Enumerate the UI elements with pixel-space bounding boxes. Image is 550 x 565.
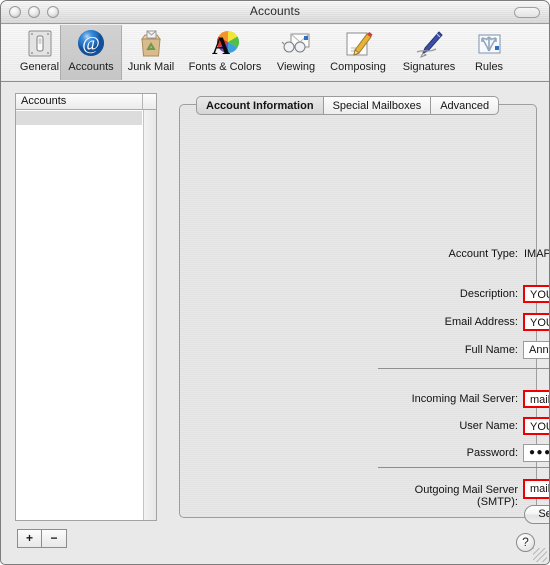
password-field[interactable]: ●●●●●● bbox=[523, 444, 549, 462]
toolbar-item-rules[interactable]: Rules bbox=[465, 25, 513, 80]
viewing-glasses-icon bbox=[280, 28, 312, 60]
incoming-mail-server-field[interactable]: mail.computersolutions.cn bbox=[523, 390, 549, 408]
rules-arrows-icon bbox=[473, 28, 505, 60]
signature-pen-icon bbox=[413, 28, 445, 60]
toolbar-item-label: Accounts bbox=[68, 61, 114, 73]
tab-advanced[interactable]: Advanced bbox=[430, 96, 500, 115]
account-actions: + − bbox=[17, 529, 67, 548]
account-type-label: Account Type: bbox=[448, 248, 518, 260]
email-address-label: Email Address: bbox=[444, 316, 518, 328]
accounts-list-header-label: Accounts bbox=[21, 95, 67, 107]
toolbar-item-signatures[interactable]: Signatures bbox=[393, 25, 465, 80]
description-field[interactable]: YOUR EMAIL ACCOUNT bbox=[523, 285, 549, 303]
full-name-field[interactable]: Ann Person bbox=[523, 341, 549, 359]
accounts-preferences-window: Accounts General @ Accounts Junk Mail A … bbox=[0, 0, 550, 565]
toolbar-item-label: Signatures bbox=[402, 61, 456, 73]
toolbar-item-label: Rules bbox=[474, 61, 504, 73]
form-separator bbox=[378, 467, 549, 468]
user-name-label: User Name: bbox=[459, 420, 518, 432]
full-name-label: Full Name: bbox=[464, 344, 518, 356]
account-type-value: IMAP bbox=[524, 248, 550, 260]
account-information-panel: Account Type: IMAP Description: YOUR EMA… bbox=[179, 104, 549, 524]
toolbar-toggle-button[interactable] bbox=[514, 7, 540, 18]
smtp-popup-button[interactable]: mail.computersolutions.cn bbox=[523, 479, 550, 499]
toolbar-item-composing[interactable]: Composing bbox=[323, 25, 393, 80]
preferences-toolbar: General @ Accounts Junk Mail A Fonts & C… bbox=[1, 24, 549, 82]
junk-bag-icon bbox=[135, 28, 167, 60]
svg-text:@: @ bbox=[82, 34, 100, 55]
smtp-popup-value: mail.computersolutions.cn bbox=[530, 483, 550, 495]
incoming-mail-server-label: Incoming Mail Server: bbox=[411, 393, 518, 405]
add-account-button[interactable]: + bbox=[17, 529, 42, 548]
toolbar-item-junk-mail[interactable]: Junk Mail bbox=[121, 25, 181, 80]
accounts-list[interactable]: Accounts bbox=[15, 93, 157, 521]
tab-account-information[interactable]: Account Information bbox=[196, 96, 323, 115]
accounts-list-scrollbar[interactable] bbox=[143, 110, 156, 520]
password-label: Password: bbox=[466, 447, 518, 459]
toolbar-item-label: Viewing bbox=[276, 61, 316, 73]
window-titlebar: Accounts bbox=[1, 1, 549, 24]
smtp-label: Outgoing Mail Server (SMTP): bbox=[414, 484, 518, 508]
resize-grip[interactable] bbox=[533, 548, 547, 562]
toolbar-item-fonts-colors[interactable]: A Fonts & Colors bbox=[181, 25, 269, 80]
fonts-colors-icon: A bbox=[209, 28, 241, 60]
general-switch-icon bbox=[24, 28, 56, 60]
list-item[interactable] bbox=[16, 111, 142, 125]
form-separator bbox=[378, 368, 549, 369]
accounts-list-header: Accounts bbox=[16, 94, 156, 110]
svg-text:A: A bbox=[212, 33, 230, 60]
toolbar-item-label: Junk Mail bbox=[127, 61, 175, 73]
user-name-field[interactable]: YOUR EMAIL ACCOUNT bbox=[523, 417, 549, 435]
description-label: Description: bbox=[459, 288, 518, 300]
remove-account-button[interactable]: − bbox=[42, 529, 67, 548]
tab-special-mailboxes[interactable]: Special Mailboxes bbox=[322, 96, 431, 115]
email-address-field[interactable]: YOUR EMAIL ACCOUNT bbox=[523, 313, 549, 331]
at-sign-icon: @ bbox=[75, 28, 107, 60]
column-divider[interactable] bbox=[142, 94, 143, 109]
composing-pencil-icon bbox=[342, 28, 374, 60]
window-title: Accounts bbox=[249, 4, 301, 18]
panel-tabs: Account Information Special Mailboxes Ad… bbox=[196, 96, 500, 115]
toolbar-item-label: Composing bbox=[330, 61, 386, 73]
toolbar-item-accounts[interactable]: @ Accounts bbox=[60, 25, 122, 80]
server-settings-button[interactable]: Server Settings... bbox=[524, 505, 549, 524]
toolbar-item-viewing[interactable]: Viewing bbox=[269, 25, 323, 80]
toolbar-item-label: Fonts & Colors bbox=[188, 61, 262, 73]
